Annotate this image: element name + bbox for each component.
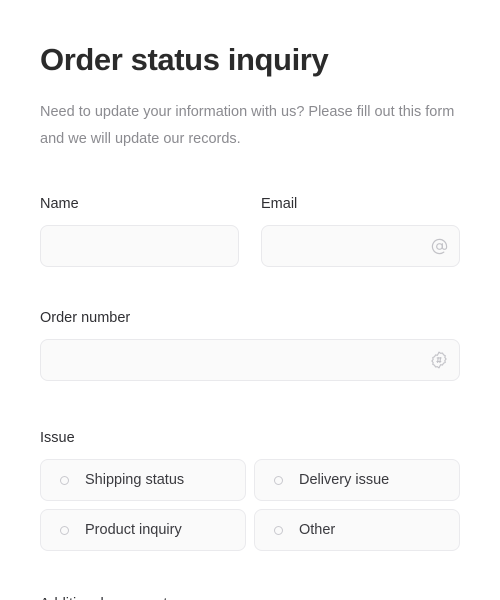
name-email-row: Name Email xyxy=(40,195,460,267)
name-input[interactable] xyxy=(40,225,239,267)
radio-icon xyxy=(60,475,69,485)
name-input-wrap xyxy=(40,225,239,267)
issue-option-label: Shipping status xyxy=(85,472,185,488)
email-input[interactable] xyxy=(261,225,460,267)
issue-field-group: Issue Shipping status Delivery issue Pro… xyxy=(40,429,460,551)
issue-option-label: Product inquiry xyxy=(85,522,182,538)
radio-icon xyxy=(60,525,69,535)
issue-options-group: Shipping status Delivery issue Product i… xyxy=(40,459,460,551)
order-number-row: Order number xyxy=(40,309,460,381)
radio-icon xyxy=(274,525,283,535)
order-number-label: Order number xyxy=(40,310,131,326)
issue-option-other[interactable]: Other xyxy=(254,509,460,551)
issue-option-label: Other xyxy=(299,522,336,538)
issue-option-delivery-issue[interactable]: Delivery issue xyxy=(254,459,460,501)
issue-option-shipping-status[interactable]: Shipping status xyxy=(40,459,246,501)
email-input-wrap xyxy=(261,225,460,267)
issue-label: Issue xyxy=(40,430,75,446)
order-number-field-group: Order number xyxy=(40,309,460,381)
radio-icon xyxy=(274,475,283,485)
name-field-group: Name xyxy=(40,195,239,267)
issue-option-label: Delivery issue xyxy=(299,472,390,488)
order-status-inquiry-form: Order status inquiry Need to update your… xyxy=(0,0,500,600)
form-description: Need to update your information with us?… xyxy=(40,104,455,147)
additional-comments-label: Additional comments xyxy=(40,596,175,600)
issue-option-product-inquiry[interactable]: Product inquiry xyxy=(40,509,246,551)
name-label: Name xyxy=(40,196,79,212)
additional-comments-field-group: Additional comments xyxy=(40,595,460,600)
email-field-group: Email xyxy=(261,195,460,267)
order-number-input-wrap xyxy=(40,339,460,381)
email-label: Email xyxy=(261,196,298,212)
order-number-input[interactable] xyxy=(40,339,460,381)
page-title: Order status inquiry xyxy=(40,42,329,77)
